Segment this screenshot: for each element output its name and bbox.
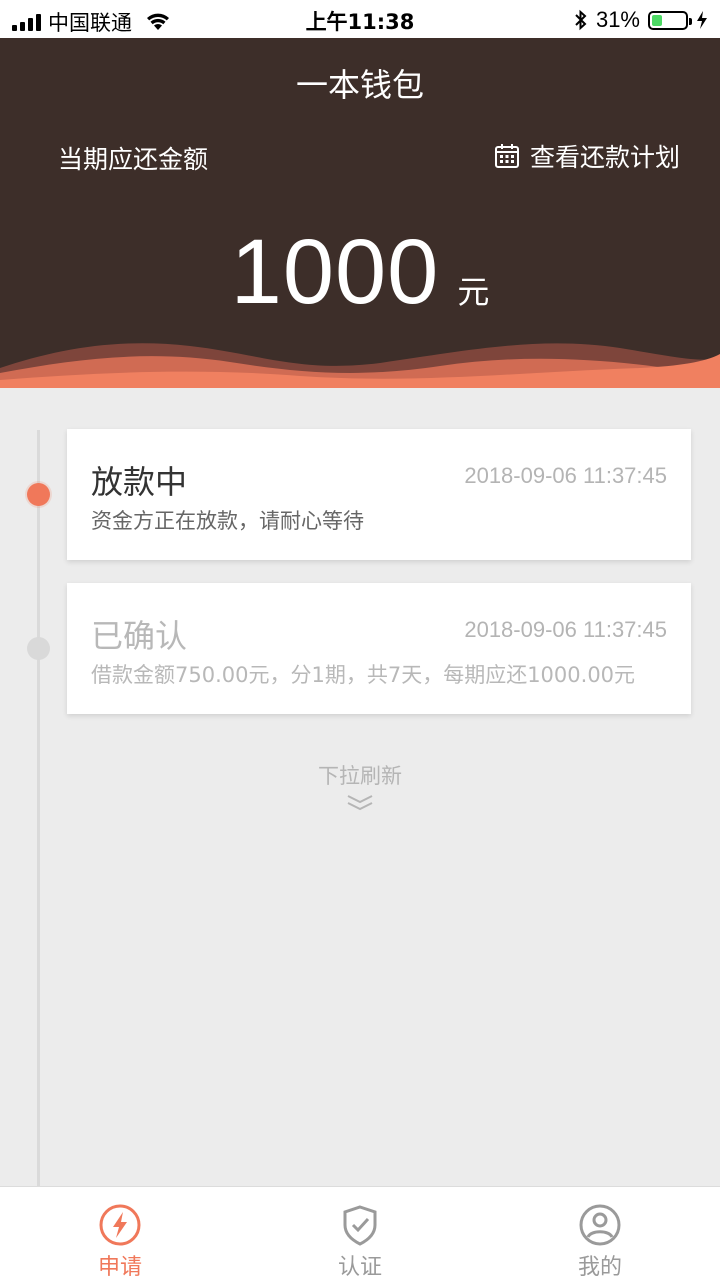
timeline-line — [37, 430, 40, 1190]
tab-bar: 申请 认证 我的 — [0, 1186, 720, 1281]
pull-to-refresh-hint: 下拉刷新 — [318, 764, 402, 788]
tab-profile[interactable]: 我的 — [480, 1187, 720, 1281]
plan-link-label: 查看还款计划 — [529, 143, 680, 172]
tab-apply[interactable]: 申请 — [0, 1187, 240, 1281]
amount-display: 1000 元 — [0, 220, 720, 325]
battery-percent: 31% — [595, 7, 640, 32]
double-chevron-down-icon — [347, 795, 373, 811]
due-amount-label: 当期应还金额 — [58, 145, 209, 174]
app-title: 一本钱包 — [295, 66, 424, 104]
timeline-card-disbursing[interactable]: 放款中 2018-09-06 11:37:45 资金方正在放款，请耐心等待 — [67, 429, 691, 560]
charging-icon — [697, 11, 707, 29]
tab-label: 申请 — [97, 1255, 142, 1280]
card-status-title: 放款中 — [91, 463, 188, 501]
view-repayment-plan-link[interactable]: 查看还款计划 — [494, 138, 680, 174]
amount-unit: 元 — [457, 273, 490, 311]
bluetooth-icon — [575, 9, 587, 31]
calendar-icon — [494, 144, 519, 168]
battery-icon — [648, 10, 692, 30]
card-timestamp: 2018-09-06 11:37:45 — [464, 617, 667, 642]
shield-check-icon — [343, 1205, 377, 1246]
card-status-title: 已确认 — [91, 617, 188, 655]
header-wave-decoration — [0, 343, 720, 388]
card-timestamp: 2018-09-06 11:37:45 — [464, 463, 667, 488]
lightning-icon — [99, 1204, 141, 1246]
timeline-dot-active — [27, 483, 50, 506]
card-description: 资金方正在放款，请耐心等待 — [91, 509, 364, 533]
timeline-card-confirmed[interactable]: 已确认 2018-09-06 11:37:45 借款金额750.00元，分1期，… — [67, 583, 691, 714]
tab-verify[interactable]: 认证 — [240, 1187, 480, 1281]
user-icon — [579, 1204, 621, 1246]
status-right: 31% — [574, 7, 708, 33]
due-amount: 1000 — [230, 221, 440, 323]
status-bar: 中国联通 上午11:38 31% — [0, 0, 720, 38]
timeline-dot-inactive — [27, 637, 50, 660]
tab-label: 认证 — [337, 1255, 382, 1280]
battery-level — [652, 14, 662, 26]
card-description: 借款金额750.00元，分1期，共7天，每期应还1000.00元 — [91, 663, 636, 687]
header: 一本钱包 当期应还金额 查看还款计划 1000 元 — [0, 38, 720, 388]
tab-label: 我的 — [577, 1255, 622, 1280]
